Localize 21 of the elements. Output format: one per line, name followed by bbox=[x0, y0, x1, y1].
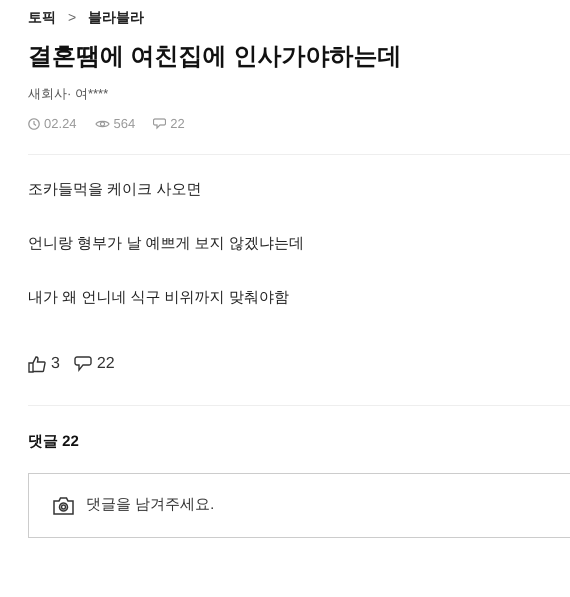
clock-icon bbox=[28, 118, 40, 130]
breadcrumb-separator: > bbox=[68, 8, 76, 26]
body-paragraph: 내가 왜 언니네 식구 비위까지 맞춰야함 bbox=[28, 288, 290, 308]
thumbs-up-icon bbox=[28, 356, 46, 372]
post-title: 결혼땜에 여친집에 인사가야하는데 bbox=[28, 42, 402, 72]
speech-bubble-icon bbox=[74, 356, 92, 372]
body-paragraph: 언니랑 형부가 날 예쁘게 보지 않겠냐는데 bbox=[28, 234, 305, 254]
view-count: 564 bbox=[114, 115, 136, 134]
speech-bubble-icon bbox=[153, 118, 166, 130]
comment-input-field[interactable]: 댓글을 남겨주세요. bbox=[86, 494, 386, 517]
comment-button[interactable]: 22 bbox=[74, 352, 115, 376]
comments-heading: 댓글 22 bbox=[28, 432, 80, 452]
author-label: 새회사· 여**** bbox=[28, 85, 110, 103]
camera-icon[interactable] bbox=[53, 496, 74, 514]
breadcrumb-link[interactable]: 토픽 bbox=[28, 6, 56, 28]
breadcrumb-link[interactable]: 블라블라 bbox=[88, 6, 144, 28]
eye-icon bbox=[94, 119, 110, 129]
body-paragraph: 조카들먹을 케이크 사오면 bbox=[28, 180, 202, 200]
comment-count: 22 bbox=[170, 115, 185, 134]
like-button[interactable]: 3 bbox=[28, 352, 60, 376]
post-date: 02.24 bbox=[44, 115, 77, 134]
